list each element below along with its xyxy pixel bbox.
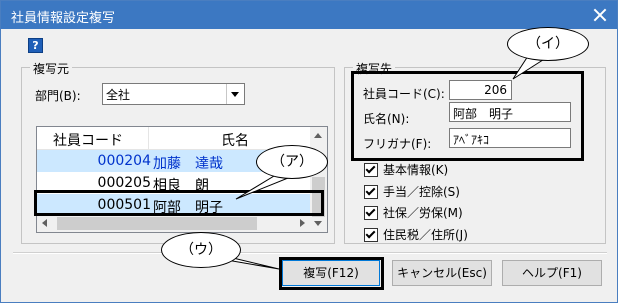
copy-settings-dialog: 社員情報設定複写 ? 複写元 部門(B): 全社 社員コード 氏名 000204… (0, 0, 618, 303)
callout-i: （イ） (507, 27, 589, 61)
callout-a: （ア） (256, 145, 328, 179)
callout-u: （ウ） (161, 232, 241, 268)
